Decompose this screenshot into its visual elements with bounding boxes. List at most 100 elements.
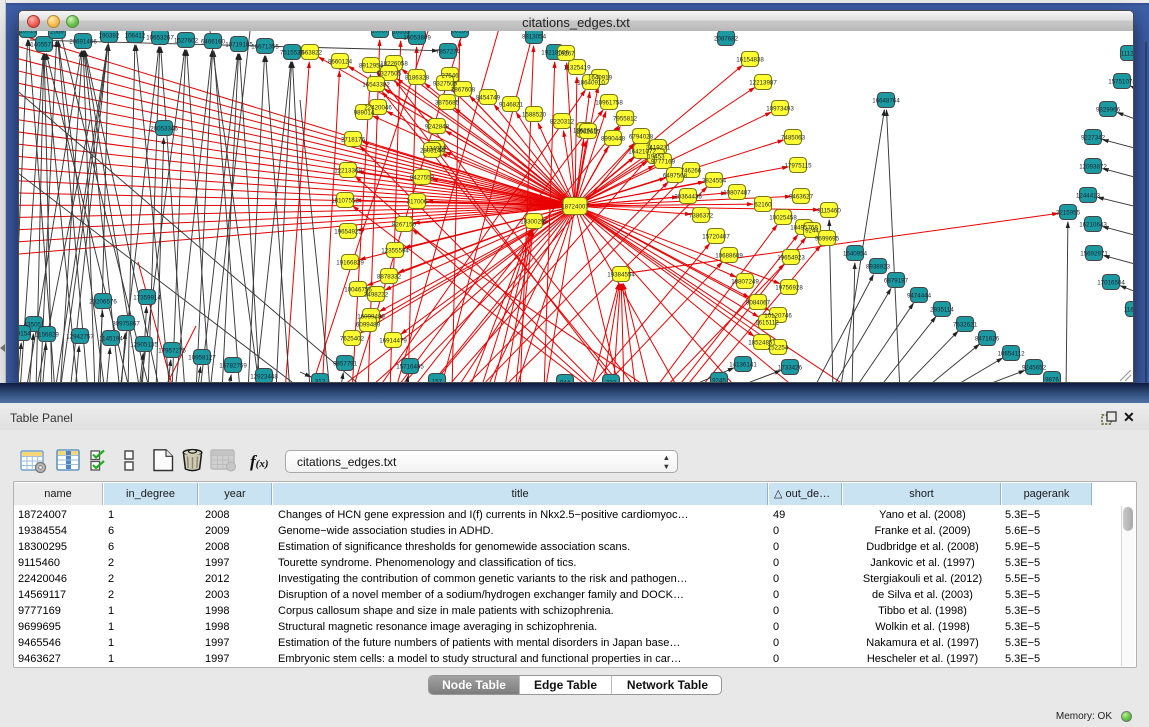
svg-text:16648764: 16648764 — [872, 97, 900, 104]
svg-text:12942757: 12942757 — [66, 333, 94, 340]
svg-text:6466160: 6466160 — [201, 38, 226, 45]
svg-text:10120746: 10120746 — [764, 312, 792, 319]
svg-text:20691406: 20691406 — [69, 38, 97, 45]
svg-text:6879197: 6879197 — [884, 277, 909, 284]
svg-text:16154838: 16154838 — [736, 56, 764, 63]
svg-text:10653267: 10653267 — [146, 34, 174, 41]
svg-text:317006: 317006 — [407, 198, 428, 205]
svg-text:17975115: 17975115 — [784, 162, 812, 169]
svg-text:3875685: 3875685 — [435, 99, 460, 106]
svg-text:2803144: 2803144 — [420, 147, 445, 154]
svg-text:7663822: 7663822 — [298, 49, 323, 56]
svg-text:157: 157 — [432, 378, 443, 382]
svg-text:39154: 39154 — [19, 330, 31, 337]
svg-text:16210643: 16210643 — [1079, 221, 1107, 228]
svg-text:12213369: 12213369 — [334, 167, 362, 174]
svg-text:11125: 11125 — [1121, 50, 1133, 57]
svg-text:9327505: 9327505 — [377, 70, 402, 77]
svg-text:88130: 88130 — [451, 31, 469, 34]
svg-text:20364436: 20364436 — [674, 193, 702, 200]
svg-text:12923448: 12923448 — [250, 373, 278, 380]
svg-text:8938923: 8938923 — [866, 263, 891, 270]
svg-text:15692971: 15692971 — [1080, 250, 1108, 257]
svg-text:19654923: 19654923 — [777, 254, 805, 261]
svg-text:8454749: 8454749 — [476, 94, 501, 101]
svg-text:312: 312 — [315, 378, 326, 382]
svg-text:10719185: 10719185 — [225, 41, 253, 48]
svg-text:18226058: 18226058 — [380, 60, 408, 67]
svg-text:1588520: 1588520 — [522, 111, 547, 118]
svg-text:10958127: 10958127 — [188, 354, 216, 361]
svg-text:8878332: 8878332 — [377, 273, 402, 280]
svg-text:1244413: 1244413 — [1076, 192, 1101, 199]
svg-text:19654925: 19654925 — [334, 228, 362, 235]
svg-text:6794028: 6794028 — [629, 133, 654, 140]
svg-text:14055712: 14055712 — [30, 41, 58, 48]
svg-text:18640910: 18640910 — [577, 79, 605, 86]
svg-text:9146821: 9146821 — [499, 101, 524, 108]
svg-text:16099489: 16099489 — [357, 313, 385, 320]
svg-text:17957275: 17957275 — [158, 347, 186, 354]
svg-text:9242848: 9242848 — [425, 123, 450, 130]
svg-text:15720407: 15720407 — [702, 233, 730, 240]
svg-text:9115460: 9115460 — [817, 207, 841, 214]
svg-text:332: 332 — [606, 379, 617, 382]
svg-text:10654112: 10654112 — [997, 350, 1025, 357]
svg-text:9699695: 9699695 — [815, 235, 840, 242]
svg-text:2718176: 2718176 — [341, 136, 366, 143]
svg-text:1615112: 1615112 — [755, 319, 779, 326]
svg-text:8220312: 8220312 — [550, 118, 575, 125]
svg-text:6099489: 6099489 — [356, 321, 381, 328]
svg-text:3824554: 3824554 — [702, 177, 727, 184]
svg-text:2069: 2069 — [50, 31, 64, 35]
svg-text:17016504: 17016504 — [1097, 279, 1125, 286]
svg-text:20053346: 20053346 — [150, 125, 178, 132]
svg-text:12905135: 12905135 — [130, 341, 158, 348]
svg-text:7857274: 7857274 — [436, 48, 461, 55]
svg-text:9329966: 9329966 — [1096, 106, 1121, 113]
svg-text:190392: 190392 — [99, 32, 120, 39]
svg-text:15751074: 15751074 — [1108, 78, 1133, 85]
svg-text:8267150: 8267150 — [392, 221, 417, 228]
svg-text:2087682: 2087682 — [714, 35, 739, 42]
svg-text:19037: 19037 — [371, 31, 389, 34]
svg-text:944: 944 — [560, 379, 571, 382]
svg-text:9227342: 9227342 — [1081, 134, 1106, 141]
svg-text:19756928: 19756928 — [775, 284, 803, 291]
svg-text:8660124: 8660124 — [328, 58, 353, 65]
svg-text:9876: 9876 — [1045, 376, 1059, 382]
svg-text:19267: 19267 — [557, 50, 575, 57]
svg-text:18807249: 18807249 — [731, 278, 759, 285]
svg-text:12213987: 12213987 — [749, 79, 777, 86]
svg-text:9084067: 9084067 — [746, 299, 771, 306]
svg-text:11325419: 11325419 — [563, 64, 591, 71]
svg-text:1562615: 1562615 — [576, 128, 601, 135]
svg-text:10807487: 10807487 — [723, 189, 751, 196]
svg-text:1156829: 1156829 — [35, 331, 59, 338]
svg-text:15716485: 15716485 — [396, 363, 424, 370]
svg-text:9857791: 9857791 — [333, 360, 358, 367]
svg-text:9244: 9244 — [805, 227, 819, 234]
svg-text:16053809: 16053809 — [403, 34, 431, 41]
svg-text:9463627: 9463627 — [789, 193, 814, 200]
svg-text:10025458: 10025458 — [769, 214, 797, 221]
svg-text:8471626: 8471626 — [975, 335, 1000, 342]
svg-text:18107552: 18107552 — [331, 197, 359, 204]
svg-text:12093872: 12093872 — [1079, 163, 1107, 170]
svg-text:7485063: 7485063 — [781, 134, 806, 141]
svg-text:10688609: 10688609 — [715, 252, 743, 259]
svg-text:19384554: 19384554 — [607, 271, 635, 278]
svg-text:7955812: 7955812 — [613, 115, 638, 122]
svg-text:1145194: 1145194 — [99, 335, 123, 342]
svg-text:27546: 27546 — [441, 72, 459, 79]
svg-text:2867608: 2867608 — [451, 86, 476, 93]
svg-text:8813054: 8813054 — [522, 33, 547, 40]
svg-text:19166829: 19166829 — [336, 259, 364, 266]
svg-text:3498222: 3498222 — [364, 291, 389, 298]
svg-text:62160: 62160 — [754, 201, 772, 208]
svg-text:16914479: 16914479 — [379, 337, 407, 344]
svg-text:116753: 116753 — [1124, 306, 1133, 313]
svg-text:10973493: 10973493 — [766, 105, 794, 112]
svg-text:7625402: 7625402 — [340, 335, 365, 342]
svg-text:20206576: 20206576 — [89, 298, 117, 305]
